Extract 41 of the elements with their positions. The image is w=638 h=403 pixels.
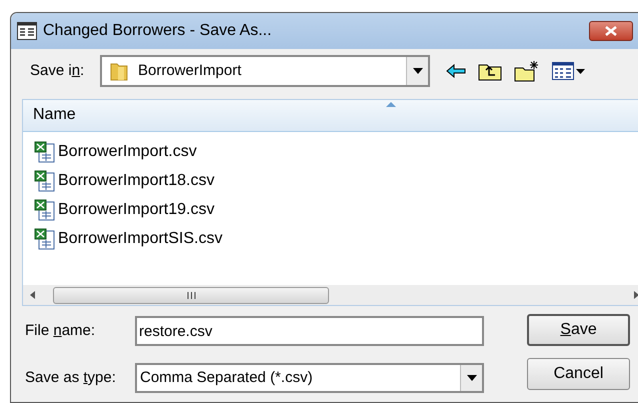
save-in-dropdown[interactable]: BorrowerImport <box>100 55 430 87</box>
new-folder-icon[interactable] <box>514 60 540 82</box>
file-item[interactable]: BorrowerImportSIS.csv <box>34 228 224 250</box>
window-title: Changed Borrowers - Save As... <box>43 21 272 41</box>
dropdown-button[interactable] <box>460 365 482 391</box>
spreadsheet-file-icon <box>34 199 56 221</box>
caret-icon <box>412 68 422 74</box>
save-as-type-dropdown[interactable]: Comma Separated (*.csv) <box>135 363 484 393</box>
file-name: BorrowerImport.csv <box>58 142 197 162</box>
file-item[interactable]: BorrowerImport18.csv <box>34 170 216 192</box>
save-in-label: Save in: <box>30 60 86 81</box>
file-name-label: File name: <box>25 320 96 341</box>
horizontal-scrollbar[interactable] <box>23 285 638 305</box>
spreadsheet-file-icon <box>34 228 56 250</box>
dialog-button[interactable]: Save <box>527 314 630 346</box>
file-name: BorrowerImport18.csv <box>58 171 214 191</box>
header-label: Name <box>33 105 76 125</box>
scroll-thumb[interactable] <box>53 286 329 304</box>
window-icon <box>17 22 37 40</box>
caret-icon <box>576 68 585 74</box>
back-arrow-icon[interactable] <box>446 64 466 78</box>
dropdown-button[interactable] <box>406 57 428 85</box>
view-menu-button[interactable] <box>552 62 585 80</box>
file-item[interactable]: BorrowerImport.csv <box>34 141 199 163</box>
dialog-button[interactable]: Cancel <box>527 358 630 390</box>
folder-icon <box>110 61 128 81</box>
file-name-field[interactable]: restore.csv <box>135 316 484 346</box>
file-item[interactable]: BorrowerImport19.csv <box>34 199 216 221</box>
column-header[interactable]: Name <box>23 100 638 132</box>
spreadsheet-file-icon <box>34 141 56 163</box>
close-icon <box>605 26 617 36</box>
save-as-type-label: Save as type: <box>25 368 117 388</box>
caret-icon <box>466 375 476 381</box>
close-button[interactable] <box>589 21 633 41</box>
grip-icon <box>186 292 196 298</box>
file-type-value: Comma Separated (*.csv) <box>139 368 314 388</box>
file-name: BorrowerImport19.csv <box>58 200 214 220</box>
list-view-icon <box>552 62 574 80</box>
file-name: BorrowerImportSIS.csv <box>58 229 222 249</box>
spreadsheet-file-icon <box>34 170 56 192</box>
folder-name: BorrowerImport <box>138 60 242 81</box>
